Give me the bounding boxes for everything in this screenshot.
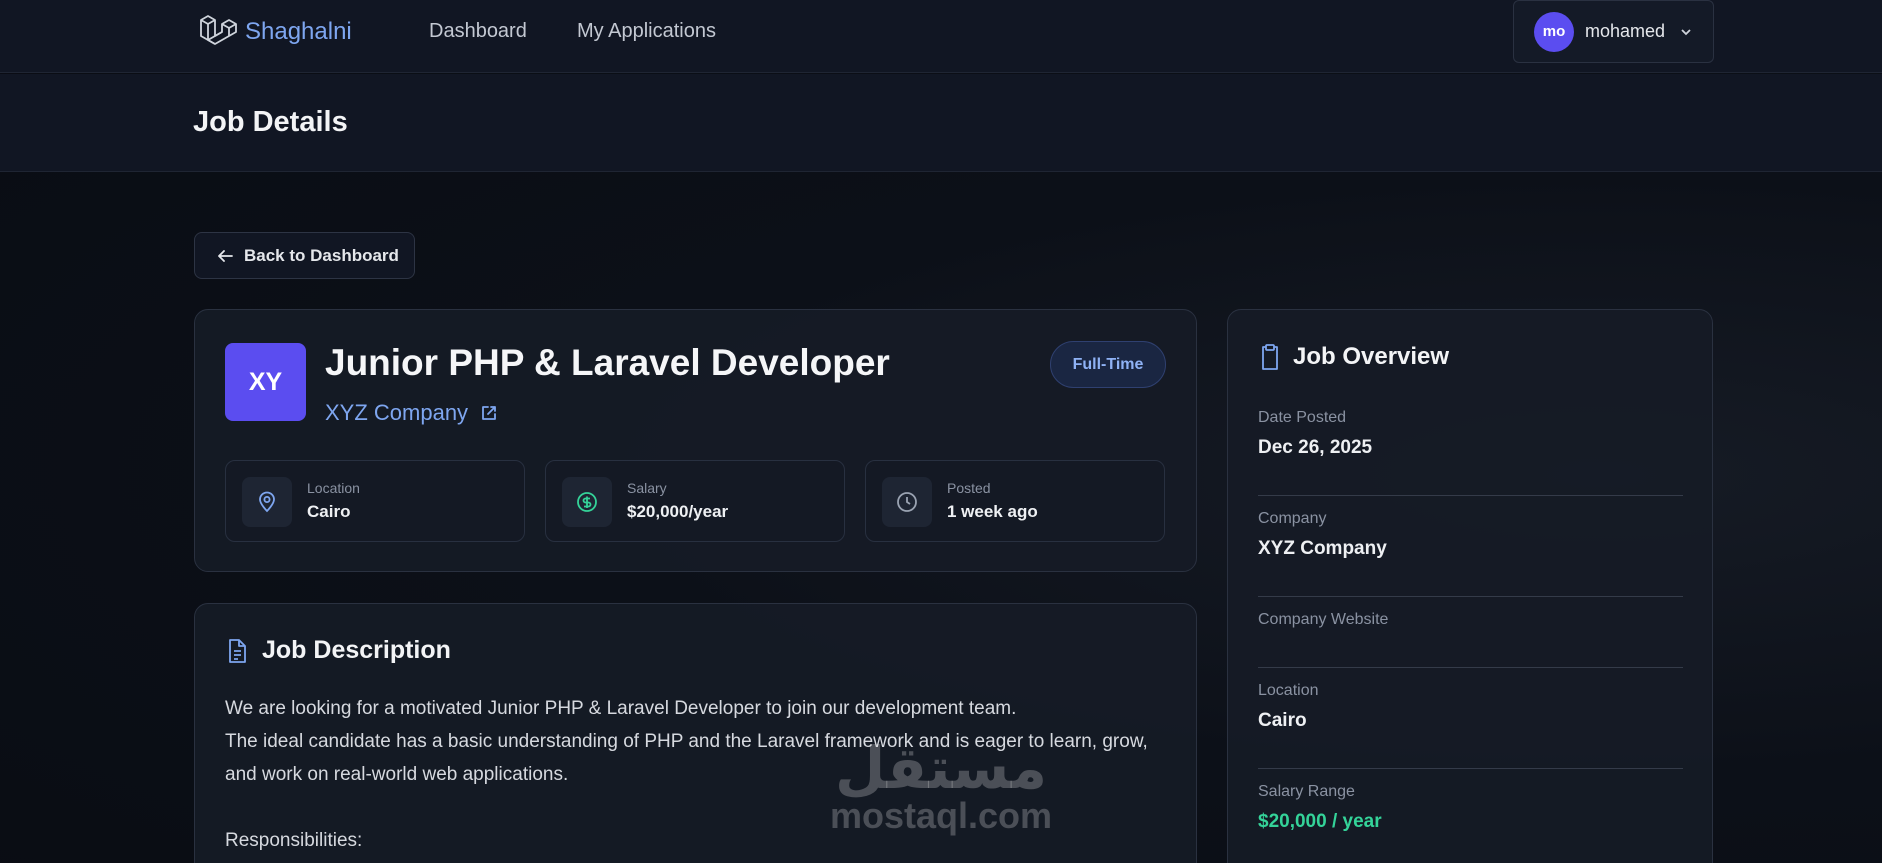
overview-value: $20,000 / year bbox=[1258, 811, 1382, 832]
chevron-down-icon bbox=[1681, 28, 1691, 35]
overview-title: Job Overview bbox=[1293, 343, 1450, 370]
nav-link-my-applications[interactable]: My Applications bbox=[577, 20, 716, 43]
overview-label: Company bbox=[1258, 510, 1327, 527]
laravel-logo-icon bbox=[200, 15, 237, 45]
clock-icon bbox=[882, 477, 932, 527]
page-title: Job Details bbox=[193, 106, 348, 138]
job-type-badge: Full-Time bbox=[1050, 341, 1166, 388]
company-link[interactable]: XYZ Company bbox=[325, 400, 498, 426]
top-navbar: Shaghalni Dashboard My Applications mo m… bbox=[0, 0, 1882, 73]
meta-label: Location bbox=[307, 480, 360, 496]
overview-row-company-website: Company Website bbox=[1258, 611, 1683, 668]
back-button-label: Back to Dashboard bbox=[244, 245, 399, 265]
description-title: Job Description bbox=[262, 636, 451, 664]
overview-value: Dec 26, 2025 bbox=[1258, 437, 1373, 458]
overview-value: Cairo bbox=[1258, 710, 1307, 731]
overview-label: Location bbox=[1258, 682, 1319, 699]
user-name: mohamed bbox=[1585, 21, 1666, 41]
overview-label: Salary Range bbox=[1258, 783, 1355, 800]
overview-row-company: Company XYZ Company bbox=[1258, 510, 1683, 597]
dollar-circle-icon bbox=[562, 477, 612, 527]
overview-heading: Job Overview bbox=[1258, 343, 1449, 371]
meta-value: $20,000/year bbox=[627, 502, 729, 521]
job-summary-card: XY Junior PHP & Laravel Developer XYZ Co… bbox=[194, 309, 1197, 572]
job-overview-card: Job Overview Date Posted Dec 26, 2025 Co… bbox=[1227, 309, 1713, 863]
brand-name: Shaghalni bbox=[245, 18, 352, 45]
posted-meta: Posted 1 week ago bbox=[865, 460, 1165, 542]
description-heading: Job Description bbox=[225, 636, 451, 665]
avatar: mo bbox=[1534, 11, 1574, 52]
salary-meta: Salary $20,000/year bbox=[545, 460, 845, 542]
meta-value: 1 week ago bbox=[947, 502, 1038, 521]
overview-label: Company Website bbox=[1258, 611, 1389, 628]
brand[interactable]: Shaghalni bbox=[197, 12, 352, 52]
job-title: Junior PHP & Laravel Developer bbox=[325, 342, 890, 383]
nav-link-dashboard[interactable]: Dashboard bbox=[429, 20, 527, 43]
overview-row-location: Location Cairo bbox=[1258, 682, 1683, 769]
location-meta: Location Cairo bbox=[225, 460, 525, 542]
description-paragraph: We are looking for a motivated Junior PH… bbox=[225, 698, 1017, 719]
mostaql-watermark: مستقل mostaql.com bbox=[826, 738, 1056, 848]
meta-label: Salary bbox=[627, 480, 667, 496]
watermark-arabic: مستقل bbox=[834, 734, 1048, 802]
meta-value: Cairo bbox=[307, 502, 351, 521]
arrow-left-icon bbox=[218, 249, 233, 262]
back-to-dashboard-button[interactable]: Back to Dashboard bbox=[194, 232, 415, 279]
external-link-icon bbox=[482, 406, 496, 420]
company-logo: XY bbox=[225, 343, 306, 421]
overview-value: XYZ Company bbox=[1258, 538, 1387, 559]
user-menu-button[interactable]: mo mohamed bbox=[1513, 0, 1714, 63]
overview-row-salary-range: Salary Range $20,000 / year bbox=[1258, 783, 1683, 863]
watermark-latin: mostaql.com bbox=[829, 795, 1053, 836]
meta-label: Posted bbox=[947, 480, 991, 496]
map-pin-icon bbox=[242, 477, 292, 527]
overview-row-date-posted: Date Posted Dec 26, 2025 bbox=[1258, 409, 1683, 496]
company-name: XYZ Company bbox=[325, 400, 469, 425]
overview-label: Date Posted bbox=[1258, 409, 1347, 426]
clipboard-icon bbox=[1262, 344, 1278, 370]
document-icon bbox=[229, 638, 246, 663]
page-header: Job Details bbox=[0, 74, 1882, 172]
